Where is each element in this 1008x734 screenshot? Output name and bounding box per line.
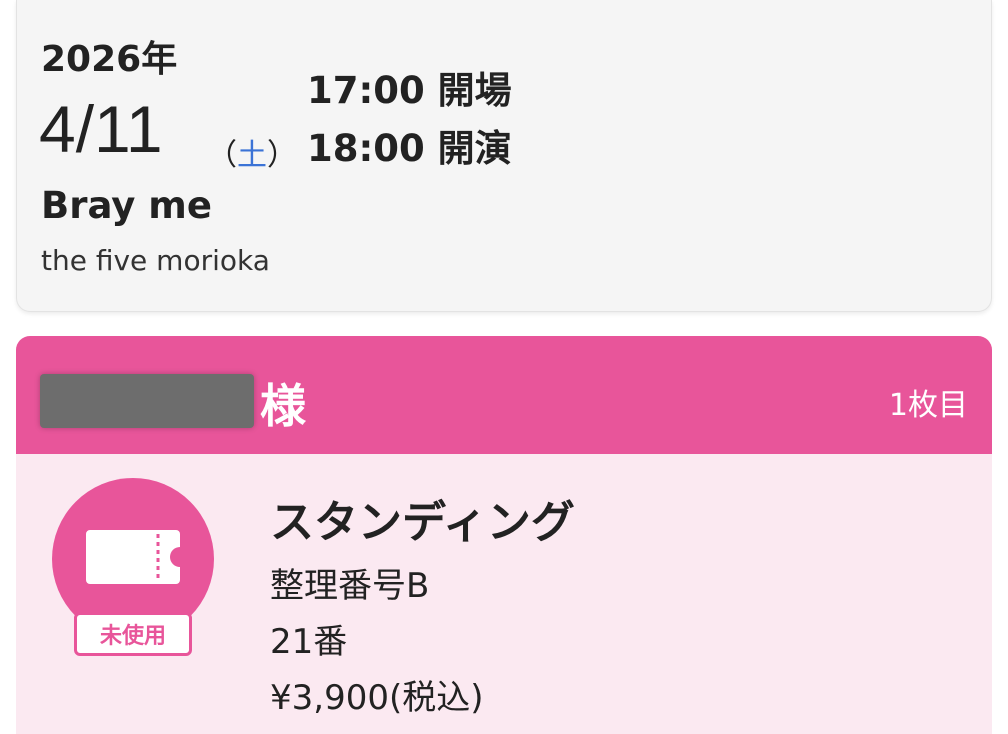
weekday-open-paren: （ <box>207 138 237 173</box>
ticket-header: 様 1枚目 <box>16 336 992 454</box>
ticket-price: ¥3,900(税込) <box>270 678 484 718</box>
honorific: 様 <box>260 379 306 433</box>
event-weekday: （土） <box>207 130 297 174</box>
venue-name: the five morioka <box>41 244 270 277</box>
seat-type: スタンディング <box>270 497 575 548</box>
artist-name: Bray me <box>41 184 212 227</box>
start-time: 18:00 開演 <box>307 127 512 170</box>
open-time: 17:00 開場 <box>307 69 512 112</box>
event-times: 17:00 開場 18:00 開演 <box>307 62 512 178</box>
event-year: 2026年 <box>41 39 178 80</box>
weekday-close-paren: ） <box>267 138 297 173</box>
status-badge: 未使用 <box>74 612 192 656</box>
seat-number: 21番 <box>270 622 348 662</box>
weekday-label: 土 <box>237 138 267 173</box>
ticket-icon <box>86 530 180 584</box>
event-card: 2026年 4/11 （土） 17:00 開場 18:00 開演 Bray me… <box>16 0 992 312</box>
ticket-count: 1枚目 <box>888 388 968 423</box>
event-date: 4/11 <box>39 92 163 166</box>
ticket-card[interactable]: 様 1枚目 未使用 スタンディング 整理番号B 21番 ¥3,900(税込) <box>16 336 992 734</box>
redacted-holder-name <box>40 374 254 428</box>
reference-number: 整理番号B <box>270 566 430 606</box>
